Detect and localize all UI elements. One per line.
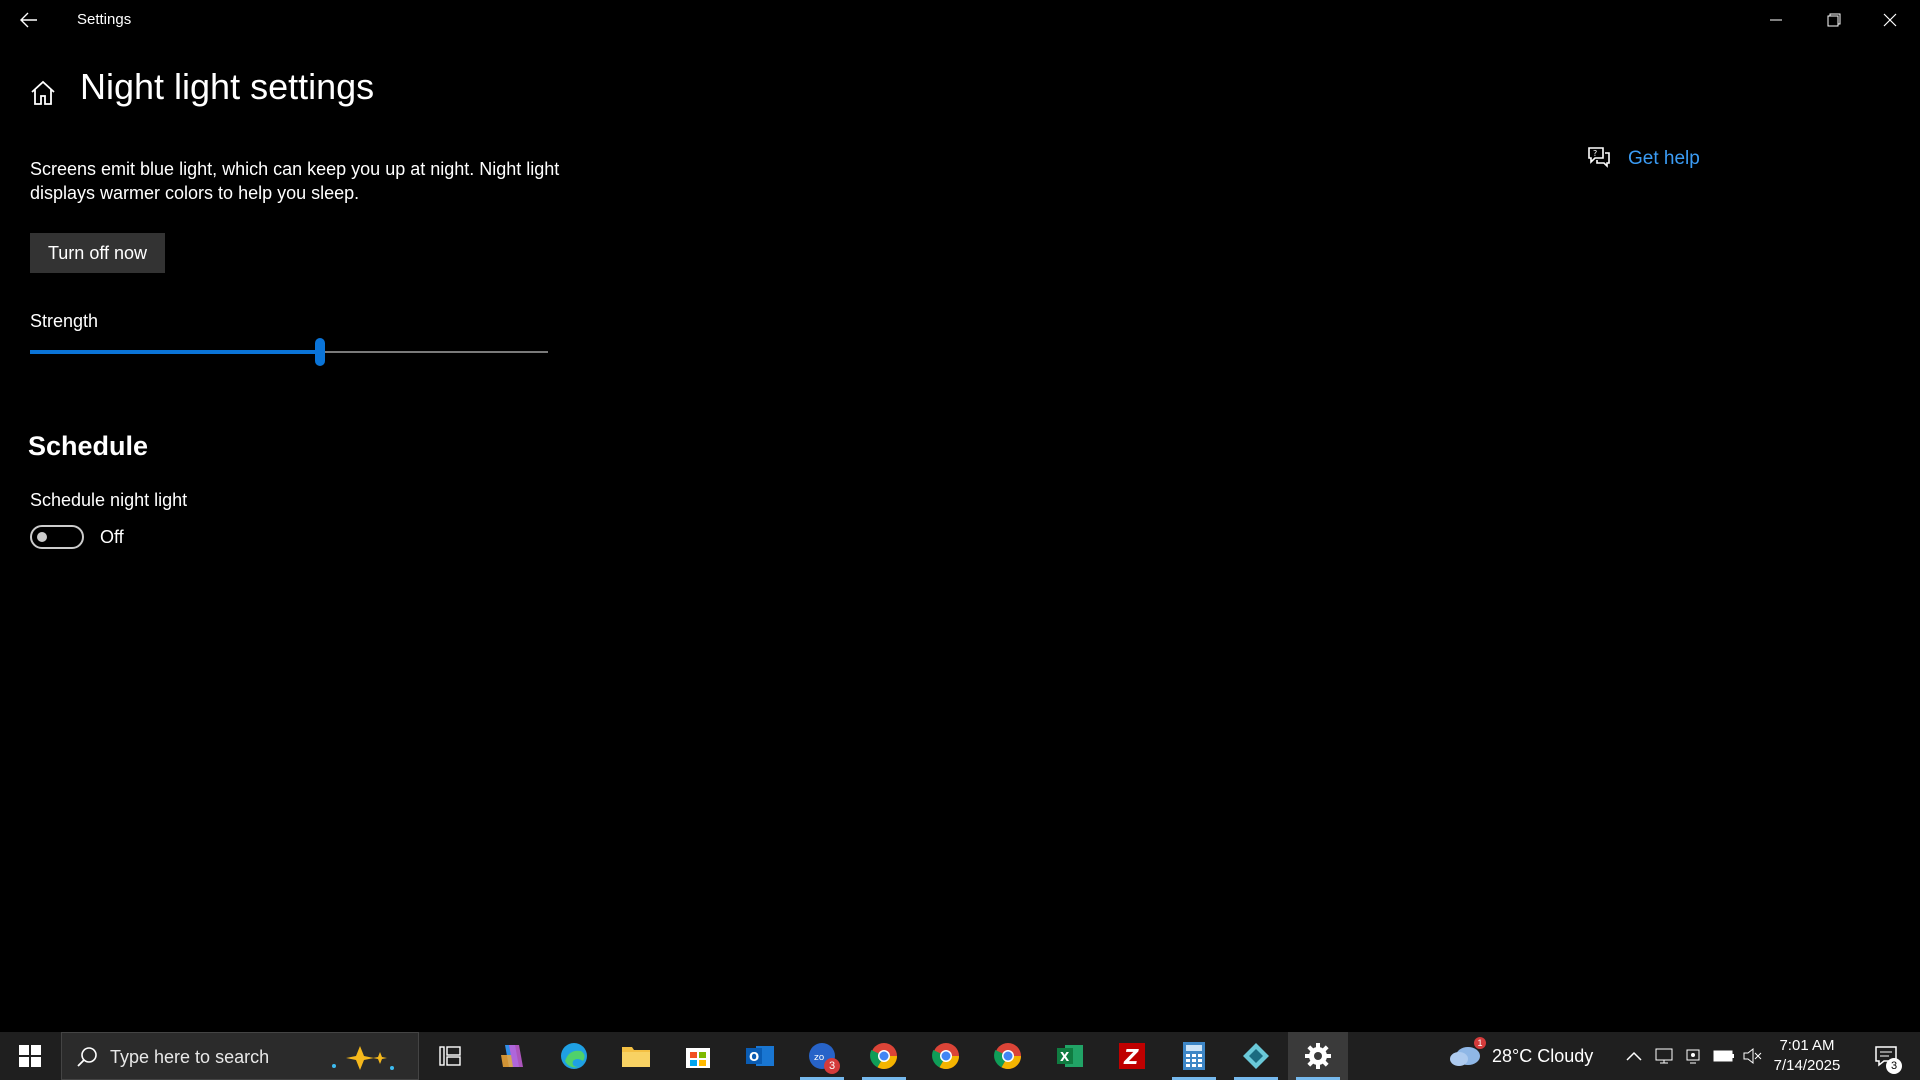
weather-alert-badge: 1	[1474, 1036, 1486, 1049]
copilot-icon[interactable]	[482, 1032, 542, 1080]
home-icon[interactable]	[28, 78, 58, 108]
calculator-icon[interactable]	[1164, 1032, 1224, 1080]
title-bar: Settings	[0, 0, 1920, 40]
slider-thumb[interactable]	[315, 338, 326, 366]
filezilla-icon[interactable]: Z	[1102, 1032, 1162, 1080]
notifications-icon[interactable]: 3	[1862, 1032, 1910, 1080]
folder-icon[interactable]	[606, 1032, 666, 1080]
chrome-icon[interactable]	[978, 1032, 1038, 1080]
schedule-section-title: Schedule	[28, 431, 149, 461]
zoho-badge: 3	[824, 1058, 840, 1074]
window-title: Settings	[77, 11, 132, 28]
schedule-night-light-toggle[interactable]	[30, 525, 84, 549]
taskbar-search-box[interactable]: Type here to search	[61, 1032, 419, 1080]
search-icon	[76, 1046, 98, 1073]
svg-text:X: X	[1060, 1050, 1070, 1064]
get-help-label: Get help	[1628, 148, 1700, 169]
notifications-count: 3	[1886, 1058, 1902, 1074]
clock-date: 7/14/2025	[1773, 1057, 1841, 1074]
turn-off-now-button[interactable]: Turn off now	[30, 233, 165, 273]
night-light-description: Screens emit blue light, which can keep …	[30, 159, 560, 203]
edge-icon[interactable]	[544, 1032, 604, 1080]
toggle-knob	[37, 532, 47, 542]
help-chat-icon: ?	[1586, 145, 1612, 174]
clock-time: 7:01 AM	[1779, 1037, 1835, 1054]
diamond-app-icon[interactable]	[1226, 1032, 1286, 1080]
task-view-icon[interactable]	[420, 1032, 480, 1080]
chrome-icon[interactable]	[854, 1032, 914, 1080]
close-icon[interactable]	[1862, 0, 1918, 40]
search-placeholder: Type here to search	[110, 1047, 270, 1067]
chevron-up-icon[interactable]	[1622, 1044, 1646, 1068]
outlook-icon[interactable]: O	[730, 1032, 790, 1080]
get-help-link[interactable]: ? Get help	[1586, 145, 1700, 173]
back-arrow-icon[interactable]	[8, 4, 50, 36]
svg-text:Z: Z	[1123, 1045, 1139, 1069]
excel-icon[interactable]: X	[1040, 1032, 1100, 1080]
taskbar: Type here to search O zo 3 X Z 1 28°C Cl…	[0, 1032, 1920, 1080]
restore-icon[interactable]	[1806, 0, 1862, 40]
store-icon[interactable]	[668, 1032, 728, 1080]
clock[interactable]: 7:01 AM 7/14/2025	[1762, 1036, 1852, 1076]
meet-now-icon[interactable]	[1682, 1044, 1706, 1068]
windows-start-icon[interactable]	[0, 1032, 60, 1080]
speaker-muted-icon[interactable]	[1740, 1044, 1764, 1068]
network-icon[interactable]	[1652, 1044, 1676, 1068]
svg-text:?: ?	[1593, 149, 1597, 158]
search-highlight-icon	[328, 1042, 408, 1079]
page-title: Night light settings	[80, 66, 375, 107]
strength-slider[interactable]	[30, 338, 548, 366]
toggle-state-label: Off	[100, 527, 124, 547]
strength-label: Strength	[30, 311, 99, 331]
slider-fill	[30, 350, 321, 354]
svg-text:zo: zo	[814, 1053, 825, 1063]
cloud-icon: 1	[1448, 1036, 1486, 1072]
weather-widget[interactable]: 1 28°C Cloudy	[1448, 1032, 1593, 1080]
weather-text: 28°C Cloudy	[1492, 1045, 1594, 1066]
svg-text:O: O	[749, 1050, 759, 1064]
schedule-night-light-label: Schedule night light	[30, 490, 188, 510]
chrome-icon[interactable]	[916, 1032, 976, 1080]
minimize-icon[interactable]	[1748, 0, 1804, 40]
zoho-icon[interactable]: zo 3	[792, 1032, 852, 1080]
gear-icon[interactable]	[1288, 1032, 1348, 1080]
battery-icon[interactable]	[1712, 1044, 1736, 1068]
settings-window: Settings Night light settings Screens em…	[0, 0, 1920, 1032]
